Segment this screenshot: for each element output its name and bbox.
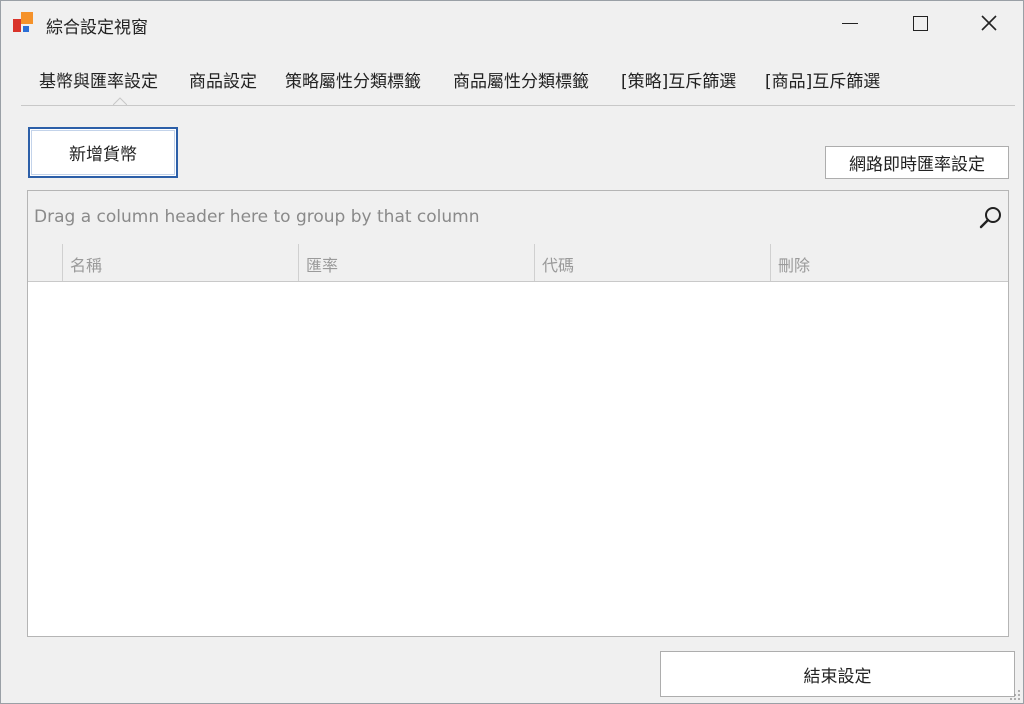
column-header-rate[interactable]: 匯率 [298, 244, 534, 281]
column-label: 匯率 [306, 256, 339, 275]
finish-settings-button[interactable]: 結束設定 [660, 651, 1015, 697]
currency-grid: Drag a column header here to group by th… [27, 190, 1009, 637]
tab-product-tags[interactable]: 商品屬性分類標籤 [453, 67, 589, 92]
column-label: 代碼 [542, 256, 575, 275]
title-bar: 綜合設定視窗 [1, 1, 1023, 45]
column-header-delete[interactable]: 刪除 [770, 244, 1008, 281]
column-header-code[interactable]: 代碼 [534, 244, 770, 281]
resize-grip-icon[interactable] [1009, 689, 1021, 701]
maximize-icon [912, 15, 928, 31]
tab-product-settings[interactable]: 商品設定 [189, 67, 257, 92]
tab-strategy-exclusion[interactable]: [策略]互斥篩選 [621, 67, 736, 92]
active-tab-indicator [113, 97, 127, 106]
close-icon [981, 15, 997, 31]
settings-window: 綜合設定視窗 基幣與匯率設定 商品設定 策略屬性分類標籤 商品屬性分類標籤 [策… [0, 0, 1024, 704]
tab-base-currency-rate[interactable]: 基幣與匯率設定 [39, 67, 158, 92]
group-panel-hint: Drag a column header here to group by th… [34, 207, 480, 227]
column-label: 刪除 [778, 256, 811, 275]
close-button[interactable] [954, 1, 1024, 45]
group-by-panel[interactable]: Drag a column header here to group by th… [28, 191, 1008, 245]
maximize-button[interactable] [885, 1, 955, 45]
add-currency-button[interactable]: 新增貨幣 [28, 127, 178, 178]
row-indicator-header [28, 244, 62, 281]
tab-strip: 基幣與匯率設定 商品設定 策略屬性分類標籤 商品屬性分類標籤 [策略]互斥篩選 … [21, 61, 1015, 106]
column-label: 名稱 [70, 256, 103, 275]
app-logo-icon [13, 12, 37, 36]
window-title: 綜合設定視窗 [46, 18, 148, 38]
tab-product-exclusion[interactable]: [商品]互斥篩選 [765, 67, 880, 92]
grid-body[interactable] [28, 282, 1008, 636]
tab-strategy-tags[interactable]: 策略屬性分類標籤 [285, 67, 421, 92]
online-rate-settings-button[interactable]: 網路即時匯率設定 [825, 146, 1009, 179]
minimize-button[interactable] [815, 1, 885, 45]
search-icon[interactable] [978, 205, 1004, 231]
column-header-row: 名稱 匯率 代碼 刪除 [28, 244, 1008, 282]
column-header-name[interactable]: 名稱 [62, 244, 298, 281]
minimize-icon [842, 22, 858, 24]
